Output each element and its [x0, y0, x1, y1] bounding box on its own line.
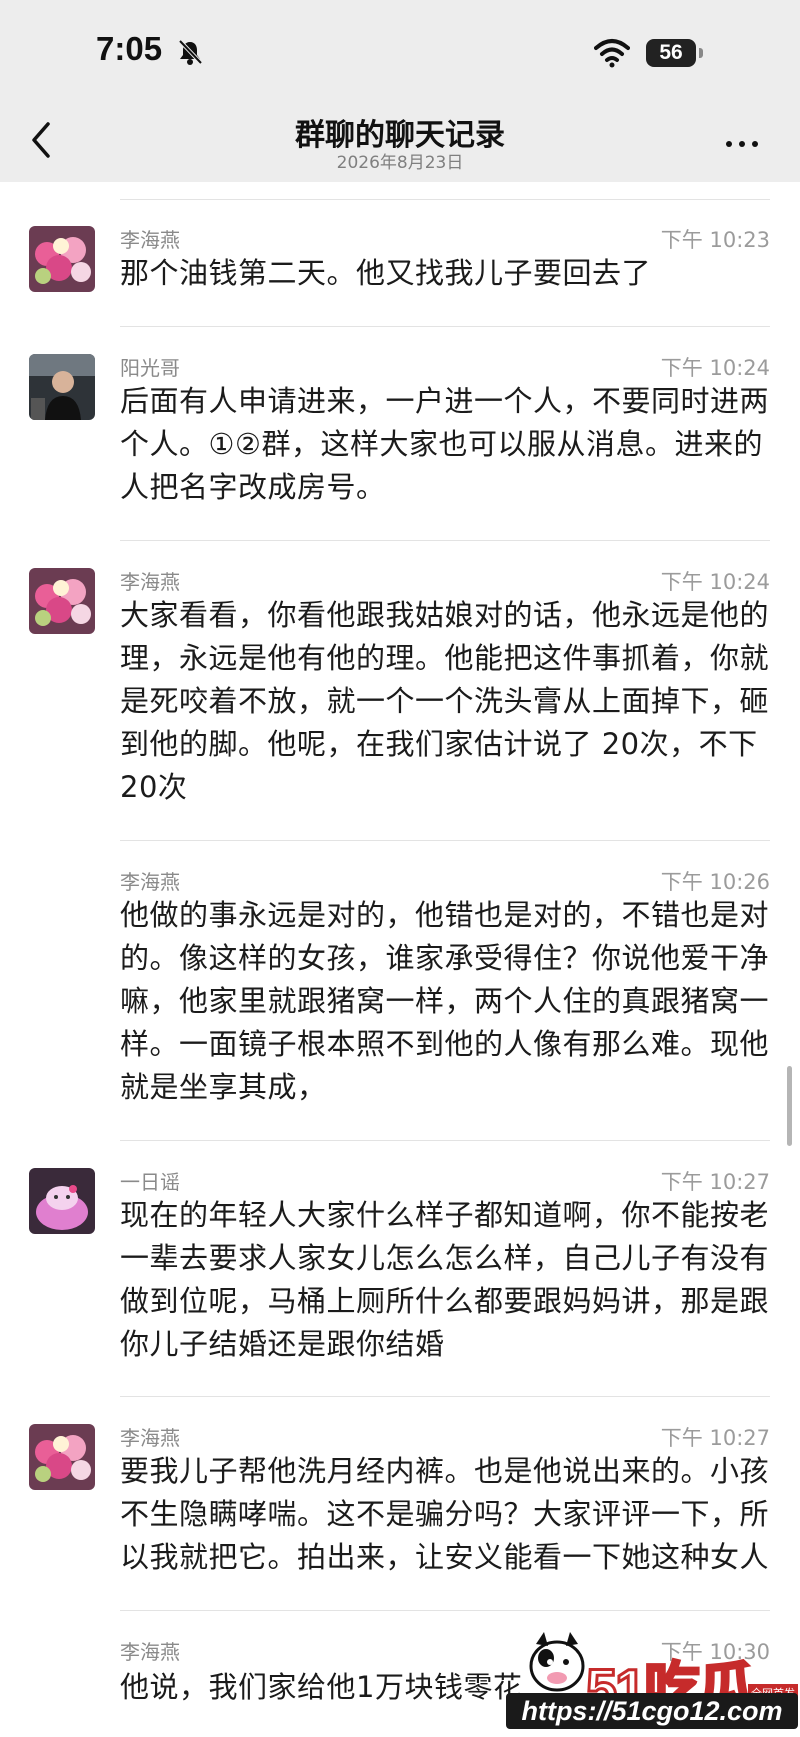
flower-bouquet-avatar-icon — [29, 568, 95, 634]
message-time: 下午 10:23 — [660, 228, 770, 252]
message-text: 大家看看，你看他跟我姑娘对的话，他永远是他的理，永远是他有他的理。他能把这件事抓… — [120, 598, 770, 804]
more-dot-icon — [739, 141, 745, 147]
battery-nub — [699, 48, 703, 58]
avatar[interactable] — [29, 1424, 95, 1490]
message-text: 他做的事永远是对的，他错也是对的，不错也是对的。像这样的女孩，谁家承受得住？你说… — [120, 898, 770, 1104]
header: 7:05 56 群聊的聊天记录 2026年8月23日 — [0, 0, 800, 182]
sender-name: 一日谣 — [120, 1170, 180, 1194]
bell-off-icon — [178, 39, 203, 65]
sender-name: 李海燕 — [120, 1426, 180, 1450]
sender-name: 李海燕 — [120, 570, 180, 594]
divider — [120, 540, 770, 541]
more-dot-icon — [726, 141, 732, 147]
divider — [120, 326, 770, 327]
flower-bouquet-avatar-icon — [29, 1424, 95, 1490]
watermark-url: https://51cgo12.com — [506, 1693, 798, 1729]
avatar[interactable] — [29, 354, 95, 420]
divider — [120, 199, 770, 200]
divider — [120, 1396, 770, 1397]
message-time: 下午 10:27 — [660, 1426, 770, 1450]
message-time: 下午 10:24 — [660, 356, 770, 380]
message-time: 下午 10:24 — [660, 570, 770, 594]
message-time: 下午 10:27 — [660, 1170, 770, 1194]
page-subtitle: 2026年8月23日 — [336, 153, 464, 173]
divider — [120, 1140, 770, 1141]
message-text: 现在的年轻人大家什么样子都知道啊，你不能按老一辈去要求人家女儿怎么怎么样，自己儿… — [120, 1198, 770, 1361]
wifi-icon — [594, 39, 630, 68]
avatar[interactable] — [29, 568, 95, 634]
person-photo-avatar-icon — [29, 354, 95, 420]
more-dot-icon — [752, 141, 758, 147]
divider — [120, 1610, 770, 1611]
status-time: 7:05 — [96, 30, 163, 67]
avatar[interactable] — [29, 1168, 95, 1234]
battery-indicator: 56 — [646, 39, 696, 67]
message-text: 后面有人申请进来，一户进一个人，不要同时进两个人。①②群，这样大家也可以服从消息… — [120, 384, 770, 504]
cow-mascot-icon — [529, 1632, 585, 1692]
divider — [120, 840, 770, 841]
more-options-button[interactable] — [726, 132, 766, 147]
message-text: 那个油钱第二天。他又找我儿子要回去了 — [120, 256, 652, 290]
sender-name: 李海燕 — [120, 228, 180, 252]
sender-name: 李海燕 — [120, 1640, 180, 1664]
message-text: 要我儿子帮他洗月经内裤。也是他说出来的。小孩不生隐瞒哮喘。这不是骗分吗？大家评评… — [120, 1454, 770, 1574]
sender-name: 阳光哥 — [120, 356, 180, 380]
sender-name: 李海燕 — [120, 870, 180, 894]
pink-kitty-avatar-icon — [29, 1168, 95, 1234]
flower-bouquet-avatar-icon — [29, 226, 95, 292]
message-time: 下午 10:26 — [660, 870, 770, 894]
scrollbar[interactable] — [787, 1066, 792, 1146]
avatar[interactable] — [29, 226, 95, 292]
